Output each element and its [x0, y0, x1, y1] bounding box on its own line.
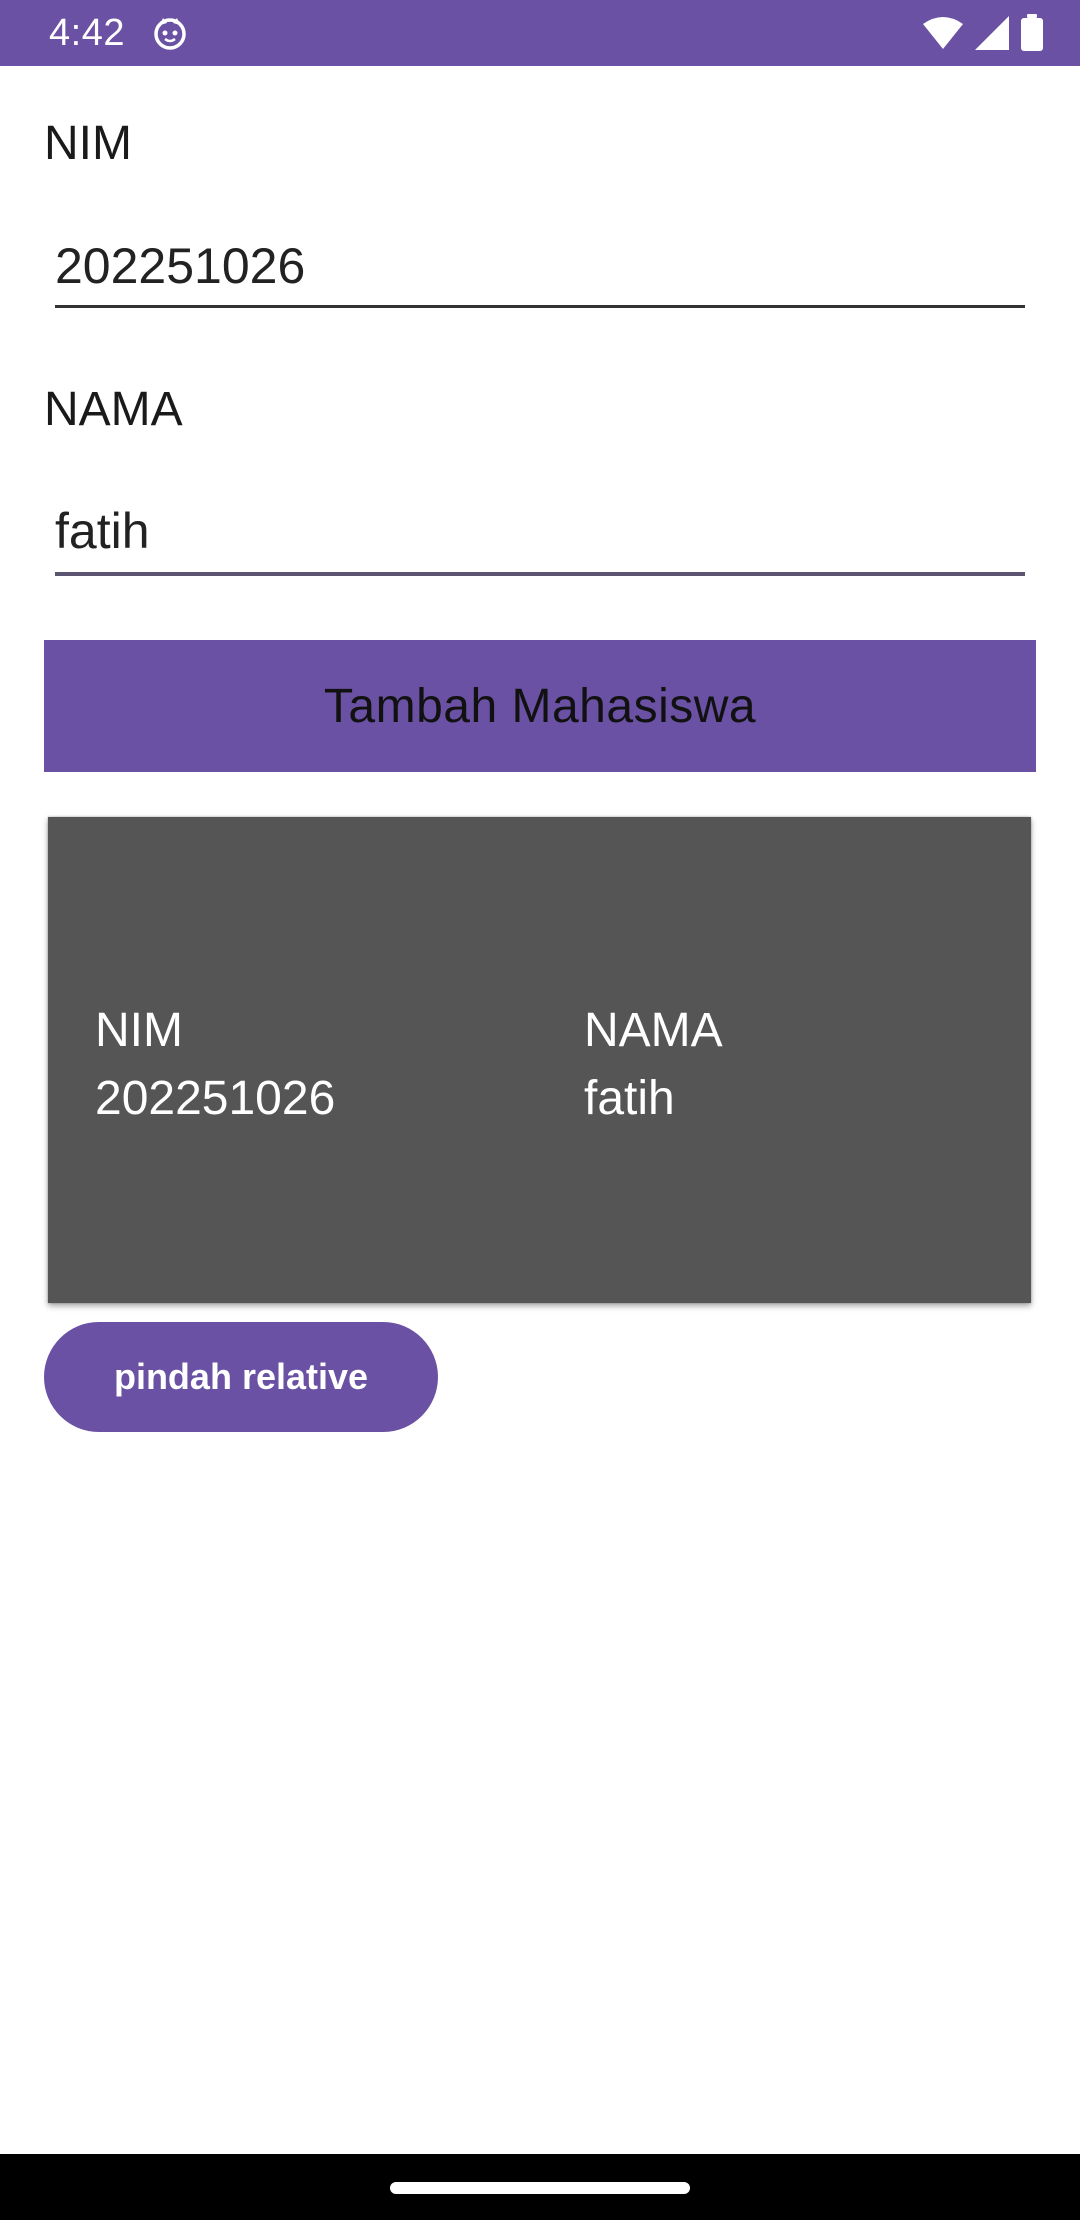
card-nama-header: NAMA [584, 1004, 723, 1057]
status-icons [922, 14, 1044, 52]
navigate-relative-button[interactable]: pindah relative [44, 1322, 438, 1432]
card-nama-column: NAMA fatih [584, 997, 723, 1133]
card-nim-header: NIM [95, 1004, 183, 1057]
card-nim-column: NIM 202251026 [95, 997, 335, 1133]
battery-icon [1021, 14, 1043, 51]
nama-input[interactable] [55, 500, 1025, 562]
add-student-button[interactable]: Tambah Mahasiswa [44, 640, 1036, 772]
student-card[interactable]: NIM 202251026 NAMA fatih [48, 817, 1031, 1303]
card-nim-value: 202251026 [95, 1072, 336, 1125]
nim-label: NIM [44, 117, 132, 170]
nama-input-underline [55, 572, 1025, 576]
nim-input[interactable] [55, 235, 1025, 297]
nim-input-underline [55, 305, 1025, 308]
status-bar: 4:42 [0, 0, 1080, 66]
card-nama-value: fatih [584, 1072, 675, 1125]
wifi-icon [923, 17, 963, 49]
android-cat-icon [154, 18, 186, 50]
cellular-signal-icon [975, 16, 1009, 50]
home-gesture-handle[interactable] [390, 2182, 690, 2194]
nama-label: NAMA [44, 383, 183, 436]
status-time: 4:42 [49, 12, 125, 54]
